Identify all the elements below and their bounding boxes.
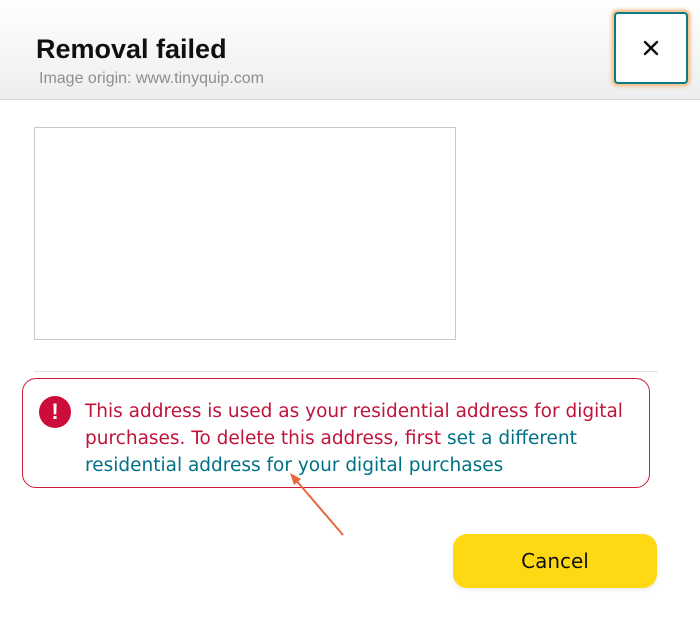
error-alert: ! This address is used as your residenti… [22, 378, 650, 488]
dialog-title: Removal failed [36, 34, 227, 64]
dialog-header: Removal failed Image origin: www.tinyqui… [0, 0, 700, 100]
close-icon [643, 40, 659, 56]
image-origin-watermark: Image origin: www.tinyquip.com [39, 70, 264, 87]
removal-failed-dialog: Removal failed Image origin: www.tinyqui… [0, 0, 700, 624]
close-button[interactable] [614, 12, 688, 84]
exclamation-icon: ! [39, 396, 71, 428]
section-divider [34, 371, 658, 372]
cancel-button[interactable]: Cancel [453, 534, 657, 588]
address-card [34, 127, 456, 340]
error-message: This address is used as your residential… [85, 398, 645, 479]
